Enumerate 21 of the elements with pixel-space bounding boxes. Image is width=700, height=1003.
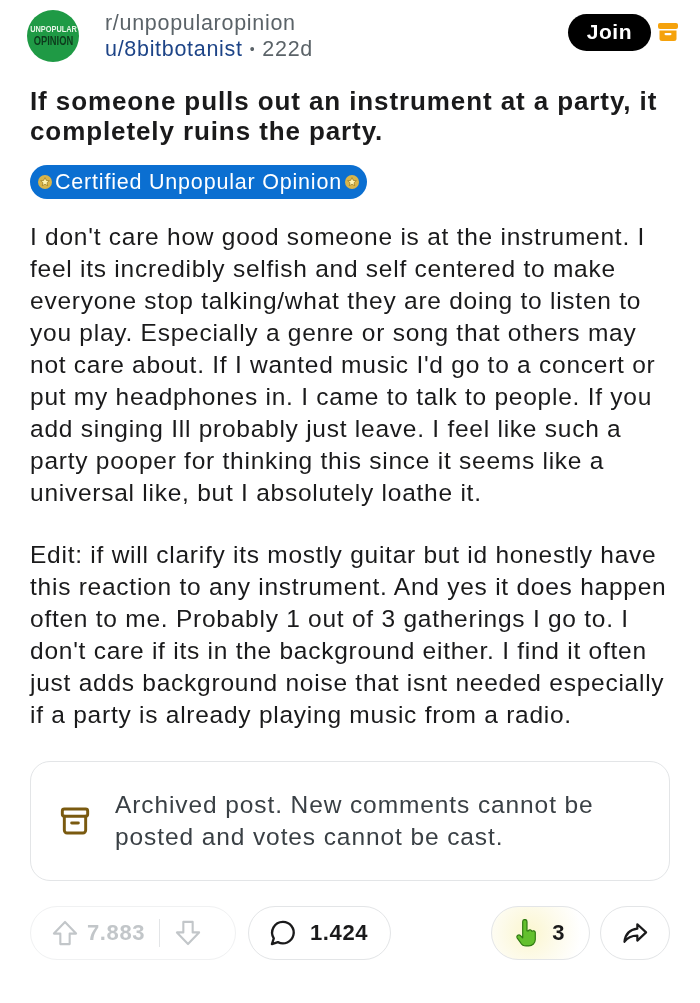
archive-icon: [59, 805, 91, 837]
comments-button[interactable]: 1.424: [248, 906, 392, 960]
subreddit-link[interactable]: r/unpopularopinion: [105, 10, 296, 36]
star-badge-icon: [344, 175, 359, 189]
share-button[interactable]: [600, 906, 670, 960]
post-age: 222d: [262, 36, 313, 62]
archived-notice-text: Archived post. New comments cannot be posted and votes cannot be cast.: [115, 790, 595, 852]
separator-dot: •: [249, 40, 256, 59]
join-button[interactable]: Join: [567, 13, 651, 51]
avatar-top-text: UNPOPULAR: [29, 25, 77, 34]
post-paragraph: Edit: if will clarify its mostly guitar but id honestly have this reaction to any instrument. And yes it does happen often to me. Probably 1 out of 3 gatherings I go to. I don't care if its in the background either. I find it often just adds background noise that isnt needed especially if a party is already playing music from a radio.: [30, 540, 668, 730]
author-link[interactable]: u/8bitbotanist: [105, 36, 243, 62]
comment-icon: [269, 919, 297, 947]
archive-icon: [658, 23, 678, 41]
vote-count: 7.883: [87, 920, 146, 946]
post-paragraph: I don't care how good someone is at the instrument. I feel its incredibly selfish and self centered to make everyone stop talking/what they are doing to listen to you play. Especially a genre or song that others may not care about. If I wanted music I'd go to a concert or put my headphones in. I came to talk to people. If you add singing Ill probably just leave. I feel like such a party pooper for thinking this since it seems like a universal like, but I absolutely loathe it.: [30, 222, 657, 508]
avatar-bottom-text: OPINION: [33, 34, 73, 47]
star-badge-icon: [38, 175, 52, 189]
post-title: If someone pulls out an instrument at a party, it completely ruins the party.: [30, 86, 659, 146]
flair-label: Certified Unpopular Opinion: [55, 170, 342, 194]
award-button[interactable]: 3: [491, 906, 590, 960]
